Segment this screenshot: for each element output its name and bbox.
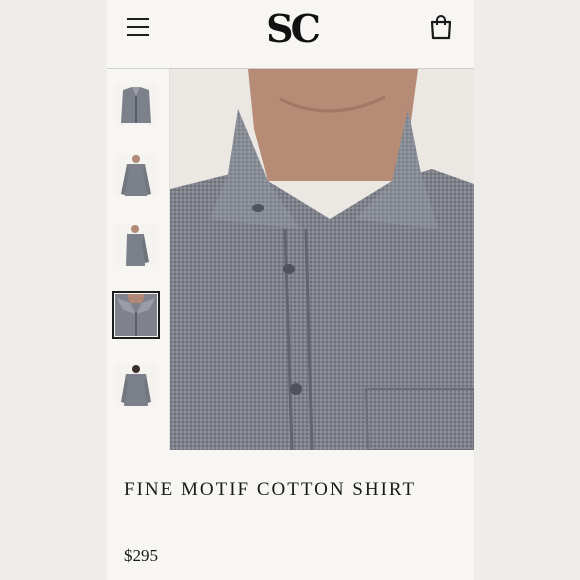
- site-header: SC: [107, 0, 474, 69]
- shirt-button: [290, 383, 302, 395]
- product-price: $295: [124, 546, 158, 565]
- thumbnail-model-back[interactable]: [115, 364, 157, 406]
- thumbnail-model-front[interactable]: [115, 154, 157, 196]
- logo-text: SC: [266, 6, 319, 50]
- product-page: SC FINE MOTIF COTTON SHIRT $295: [107, 0, 474, 580]
- thumbnail-strip: [107, 69, 170, 450]
- thumbnail-collar-closeup[interactable]: [112, 291, 160, 339]
- main-product-image[interactable]: [170, 69, 474, 450]
- thumbnail-shirt-folded[interactable]: [115, 84, 157, 126]
- thumbnail-model-side[interactable]: [115, 224, 157, 266]
- collar-button: [252, 204, 264, 212]
- hamburger-menu-icon[interactable]: [127, 18, 149, 36]
- shopping-bag-icon[interactable]: [429, 14, 453, 40]
- shirt-button: [283, 264, 295, 274]
- sc-logo[interactable]: SC: [257, 4, 327, 50]
- product-title: FINE MOTIF COTTON SHIRT: [124, 479, 417, 500]
